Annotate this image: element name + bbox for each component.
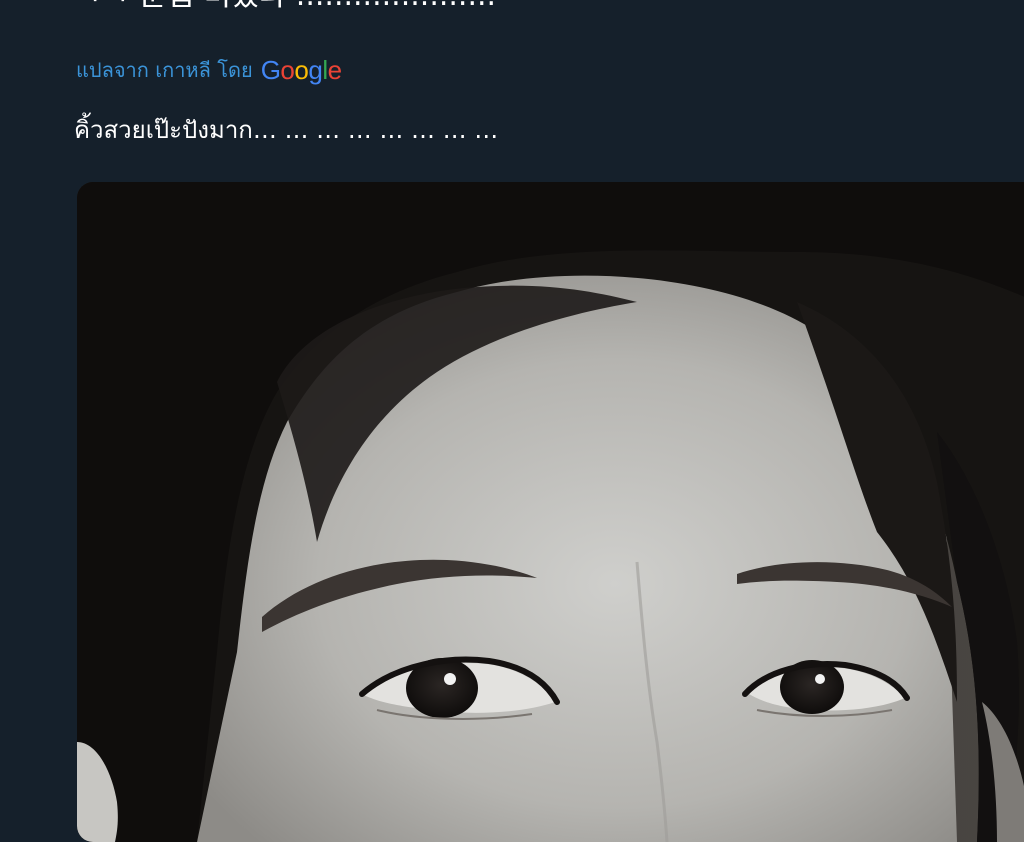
translated-tweet-text: คิ้วสวยเป๊ะปังมาก… … … … … … … … (74, 116, 499, 144)
translation-attribution: แปลจาก เกาหลี โดย Google (76, 52, 342, 88)
google-logo-letter: e (327, 55, 342, 85)
tweet-original-text: ㅋㅋ 눈썹 미쳤다 ..................... (74, 0, 634, 14)
tweet-photo[interactable] (77, 182, 1024, 842)
portrait-photo-image (77, 182, 1024, 842)
google-logo-letter: o (280, 55, 295, 85)
google-logo-letter: g (308, 55, 323, 85)
google-logo-letter: G (260, 55, 281, 85)
google-logo-letter: o (294, 55, 309, 85)
google-logo: Google (261, 57, 342, 83)
translated-from-label[interactable]: แปลจาก เกาหลี โดย (76, 54, 253, 86)
